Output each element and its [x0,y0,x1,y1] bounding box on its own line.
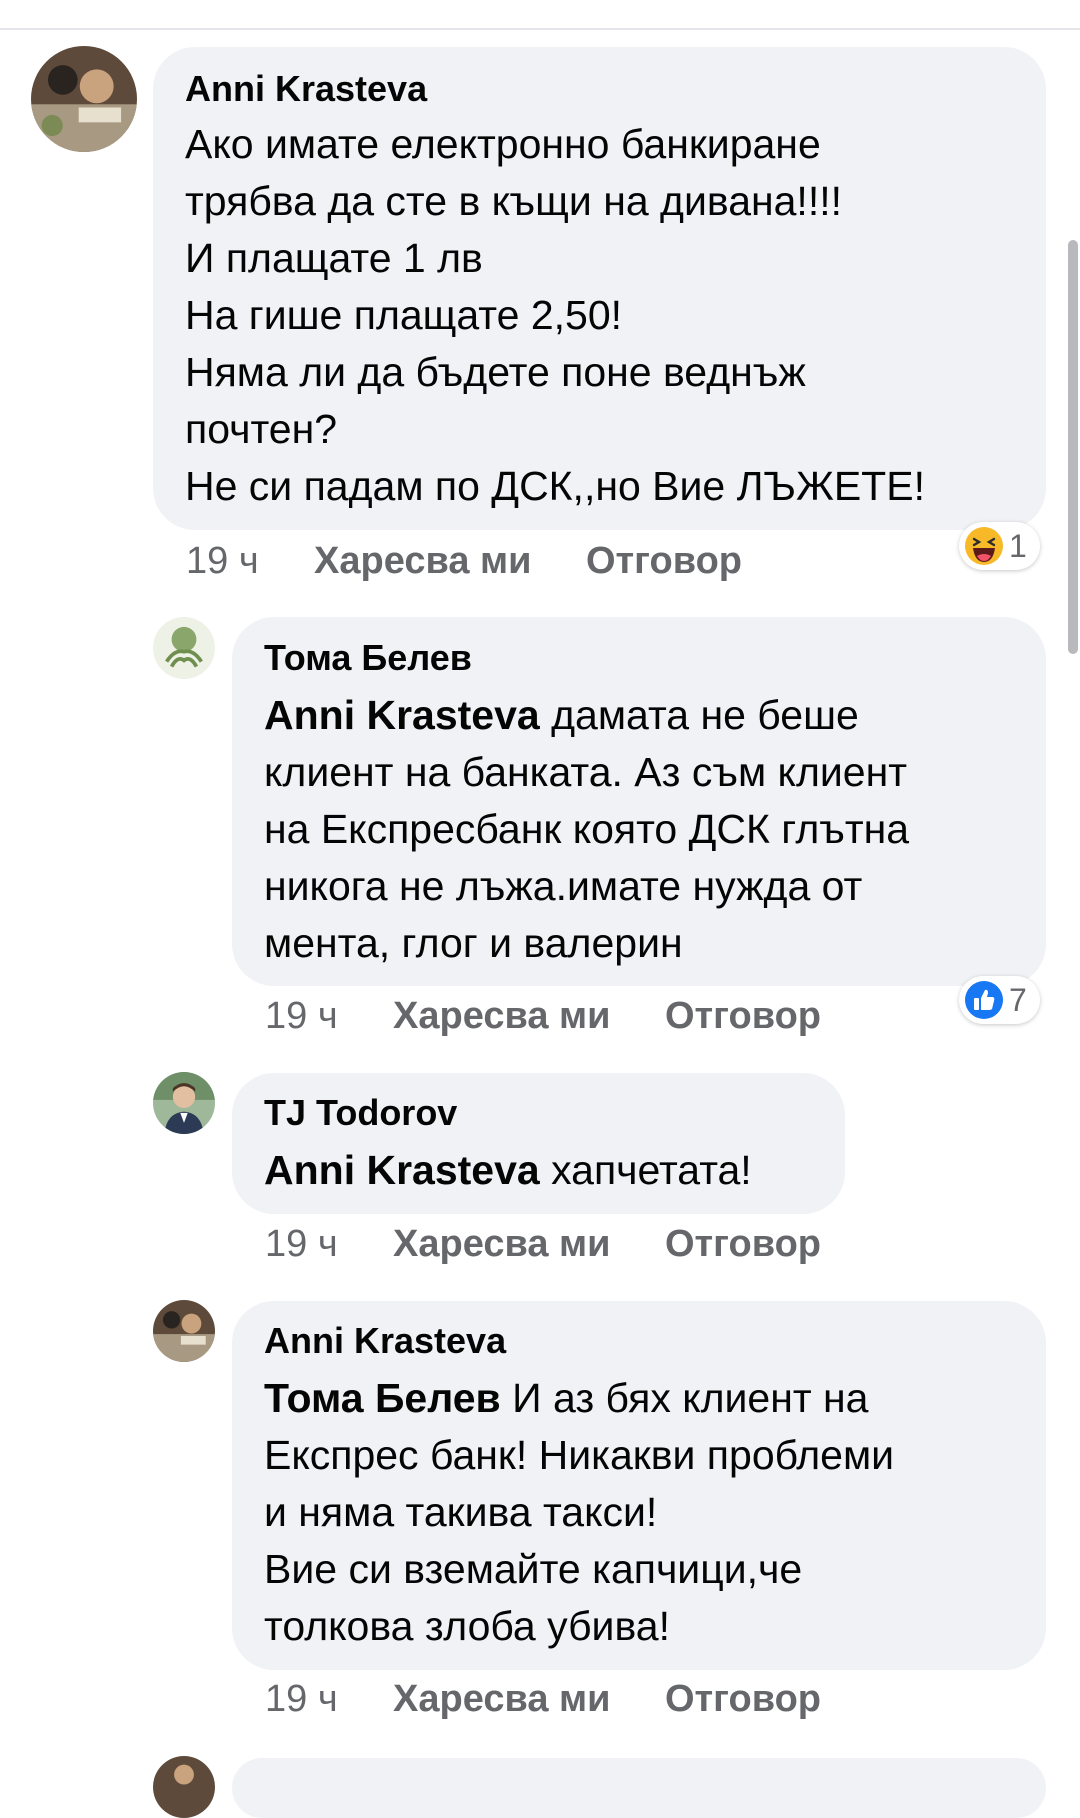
comment-text: Тома Белев И аз бях клиент на Експрес ба… [264,1370,894,1655]
reply-button[interactable]: Отговор [665,1677,821,1721]
avatar[interactable] [153,1300,215,1362]
reply-comment: Anni Krasteva Тома Белев И аз бях клиент… [0,0,1080,1720]
avatar[interactable] [153,1756,215,1818]
text-line: Тома Белев И аз бях клиент на [264,1370,894,1427]
comment-meta: 19 ч Харесва ми Отговор [265,1677,965,1721]
text-line: Вие си вземайте капчици,че [264,1546,803,1592]
comment-bubble[interactable] [232,1758,1046,1818]
mention-link[interactable]: Тома Белев [264,1375,501,1421]
like-button[interactable]: Харесва ми [393,1677,610,1721]
comment-author[interactable]: Anni Krasteva [264,1321,506,1361]
text-fragment: И аз бях клиент на [512,1375,869,1421]
text-line: Експрес банк! Никакви проблеми [264,1432,895,1478]
text-line: толкова злоба убива! [264,1603,670,1649]
timestamp[interactable]: 19 ч [265,1677,338,1721]
text-line: и няма такива такси! [264,1489,658,1535]
